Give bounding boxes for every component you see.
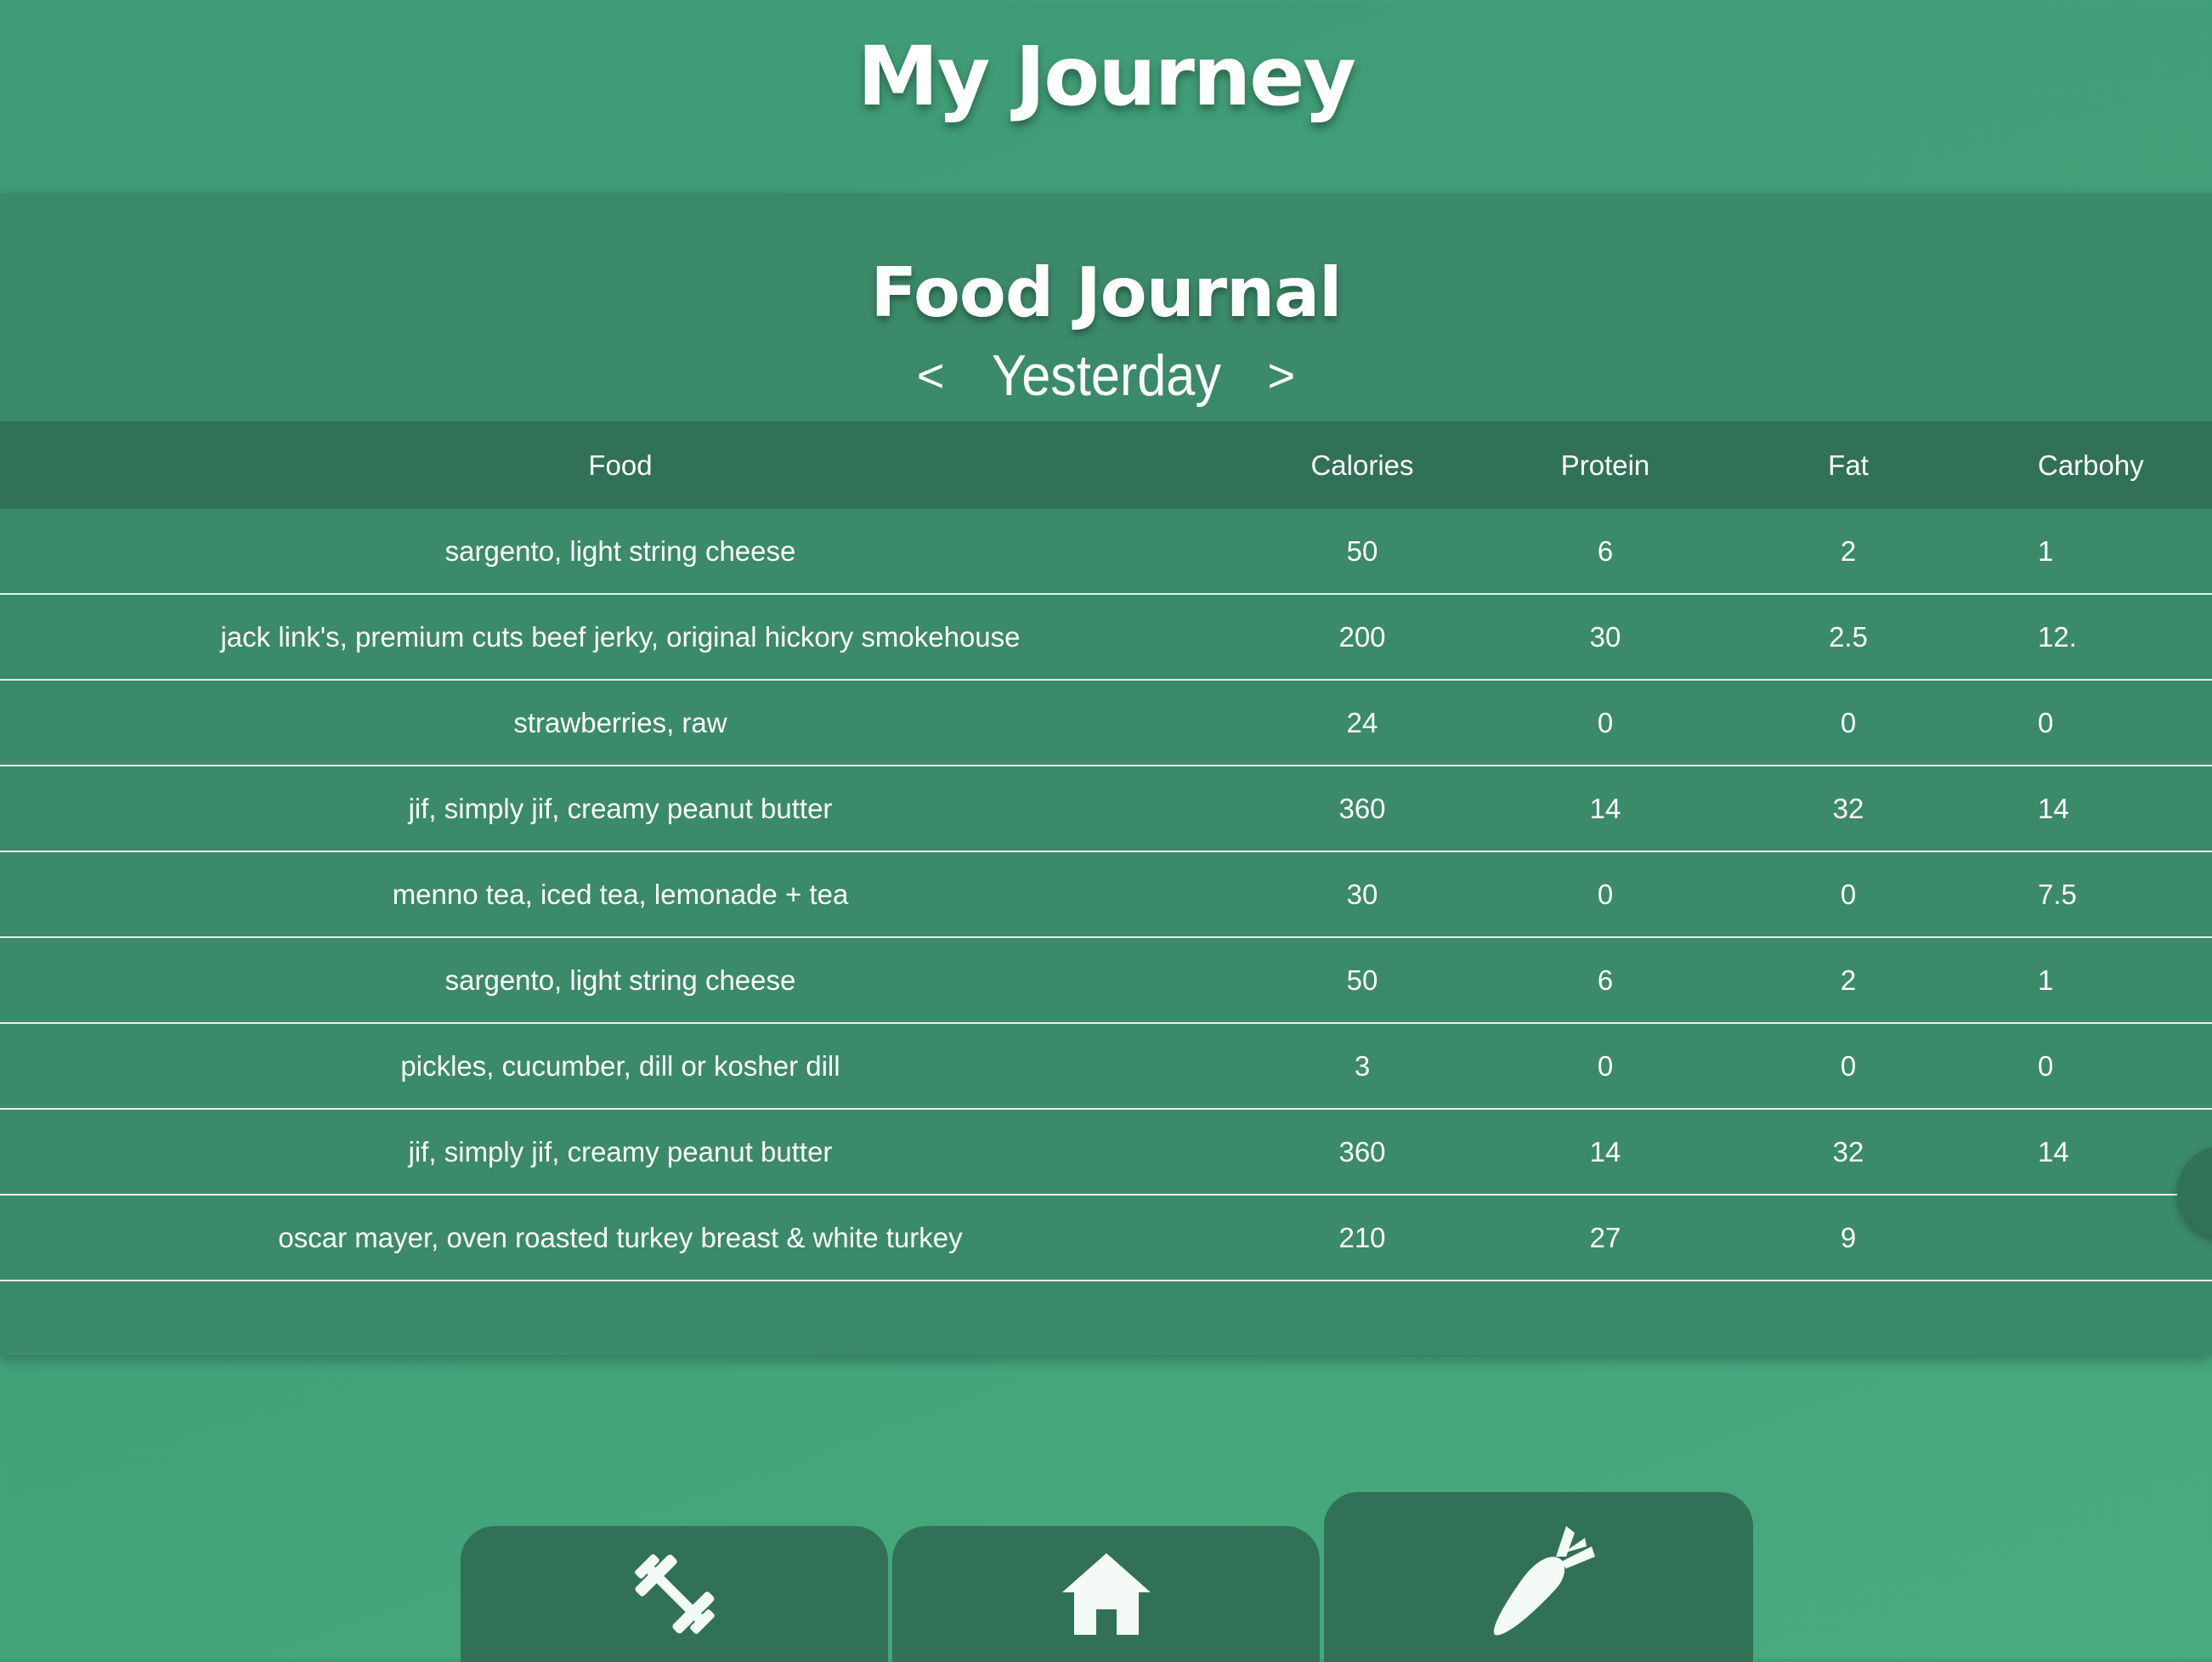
food-cell: jack link's, premium cuts beef jerky, or…	[0, 594, 1241, 681]
carbohydrates-cell: 1	[1970, 937, 2212, 1024]
table-row[interactable]: jif, simply jif, creamy peanut butter 36…	[0, 766, 2212, 852]
food-cell: sargento, light string cheese	[0, 509, 1241, 595]
table-row[interactable]: menno tea, iced tea, lemonade + tea 30 0…	[0, 851, 2212, 938]
protein-cell: 0	[1484, 1023, 1727, 1110]
food-cell: oscar mayer, oven roasted turkey breast …	[0, 1195, 1241, 1281]
protein-cell: 14	[1484, 1109, 1727, 1196]
carbohydrates-cell	[1970, 1195, 2212, 1281]
food-table: Food Calories Protein Fat Carbohy sargen…	[0, 421, 2212, 1281]
food-cell: strawberries, raw	[0, 680, 1241, 766]
food-cell: sargento, light string cheese	[0, 937, 1241, 1024]
protein-cell: 0	[1484, 680, 1727, 766]
fat-cell: 32	[1727, 1109, 1970, 1196]
protein-cell: 6	[1484, 937, 1727, 1024]
protein-cell: 0	[1484, 851, 1727, 938]
food-cell: jif, simply jif, creamy peanut butter	[0, 1109, 1241, 1196]
fat-cell: 2	[1727, 509, 1970, 595]
protein-cell: 14	[1484, 766, 1727, 852]
fat-cell: 0	[1727, 680, 1970, 766]
table-row[interactable]: strawberries, raw 24 0 0 0	[0, 680, 2212, 766]
table-row[interactable]: sargento, light string cheese 50 6 2 1	[0, 937, 2212, 1024]
table-row[interactable]: sargento, light string cheese 50 6 2 1	[0, 509, 2212, 595]
food-cell: menno tea, iced tea, lemonade + tea	[0, 851, 1241, 938]
table-header-row: Food Calories Protein Fat Carbohy	[0, 421, 2212, 509]
carbohydrates-cell: 0	[1970, 1023, 2212, 1110]
carrot-icon	[1493, 1526, 1595, 1636]
column-header-calories[interactable]: Calories	[1241, 421, 1484, 509]
calories-cell: 24	[1241, 680, 1484, 766]
carbohydrates-cell: 12.	[1970, 594, 2212, 681]
food-journal-panel: Food Journal < Yesterday > Food Calories…	[0, 193, 2212, 1355]
carbohydrates-cell: 1	[1970, 509, 2212, 595]
calories-cell: 30	[1241, 851, 1484, 938]
column-header-protein[interactable]: Protein	[1484, 421, 1727, 509]
protein-cell: 30	[1484, 594, 1727, 681]
previous-day-button[interactable]: <	[883, 342, 979, 410]
carbohydrates-cell: 14	[1970, 1109, 2212, 1196]
calories-cell: 360	[1241, 1109, 1484, 1196]
calories-cell: 360	[1241, 766, 1484, 852]
table-row[interactable]: oscar mayer, oven roasted turkey breast …	[0, 1195, 2212, 1281]
home-icon	[1061, 1553, 1151, 1635]
fat-cell: 0	[1727, 851, 1970, 938]
nav-tab-home[interactable]	[892, 1526, 1320, 1662]
fat-cell: 2.5	[1727, 594, 1970, 681]
fat-cell: 32	[1727, 766, 1970, 852]
column-header-carbohydrates[interactable]: Carbohy	[1970, 421, 2212, 509]
day-navigation: < Yesterday >	[0, 342, 2212, 410]
food-cell: jif, simply jif, creamy peanut butter	[0, 766, 1241, 852]
nav-tab-workout[interactable]	[461, 1526, 888, 1662]
nav-tab-food[interactable]	[1324, 1492, 1753, 1662]
calories-cell: 200	[1241, 594, 1484, 681]
calories-cell: 50	[1241, 937, 1484, 1024]
calories-cell: 3	[1241, 1023, 1484, 1110]
food-cell: pickles, cucumber, dill or kosher dill	[0, 1023, 1241, 1110]
calories-cell: 210	[1241, 1195, 1484, 1281]
next-day-button[interactable]: >	[1233, 342, 1329, 410]
fat-cell: 9	[1727, 1195, 1970, 1281]
table-row[interactable]: jif, simply jif, creamy peanut butter 36…	[0, 1109, 2212, 1196]
fat-cell: 0	[1727, 1023, 1970, 1110]
table-row[interactable]: pickles, cucumber, dill or kosher dill 3…	[0, 1023, 2212, 1110]
page-title: My Journey	[857, 29, 1356, 124]
calories-cell: 50	[1241, 509, 1484, 595]
column-header-fat[interactable]: Fat	[1727, 421, 1970, 509]
protein-cell: 27	[1484, 1195, 1727, 1281]
protein-cell: 6	[1484, 509, 1727, 595]
day-label: Yesterday	[991, 343, 1221, 408]
table-row[interactable]: jack link's, premium cuts beef jerky, or…	[0, 594, 2212, 681]
fat-cell: 2	[1727, 937, 1970, 1024]
carbohydrates-cell: 14	[1970, 766, 2212, 852]
food-journal-title: Food Journal	[870, 253, 1343, 332]
carbohydrates-cell: 7.5	[1970, 851, 2212, 938]
column-header-food[interactable]: Food	[0, 421, 1241, 509]
carbohydrates-cell: 0	[1970, 680, 2212, 766]
dumbbell-icon	[634, 1554, 715, 1634]
